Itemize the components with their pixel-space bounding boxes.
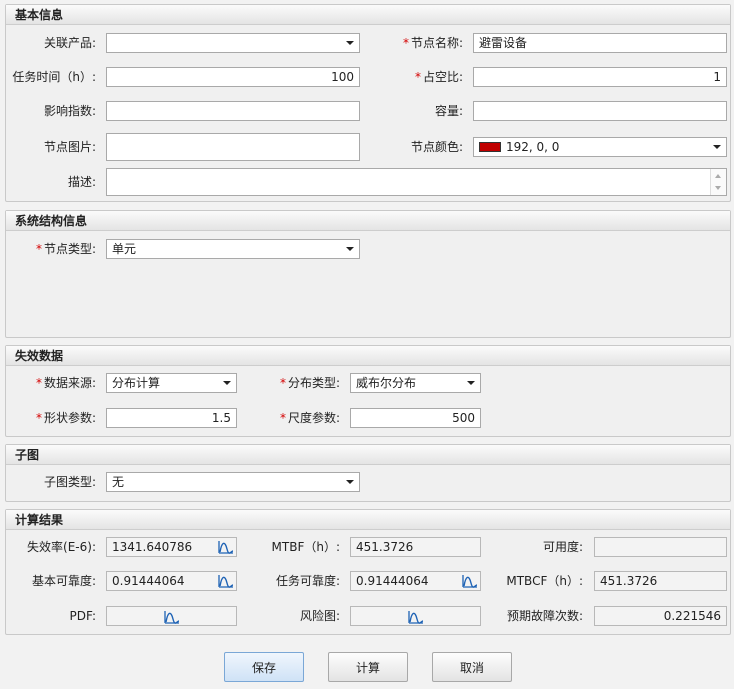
required-marker: * [35, 242, 42, 256]
desc-textarea[interactable] [106, 168, 727, 196]
pdf-chart-button[interactable] [106, 606, 237, 626]
node-color-label: 节点颜色: [410, 140, 463, 154]
cancel-button[interactable]: 取消 [432, 652, 512, 682]
basic-rel-field: 0.91444064 [106, 571, 237, 591]
chevron-down-icon [467, 381, 475, 385]
required-marker: * [35, 411, 42, 425]
capacity-input[interactable] [473, 101, 727, 121]
product-label: 关联产品: [43, 36, 96, 50]
node-type-label: * 节点类型: [10, 239, 96, 259]
mtbf-field: 451.3726 [350, 537, 481, 557]
results-header: 计算结果 [6, 510, 730, 530]
source-label: * 数据来源: [10, 373, 96, 393]
availability-field [594, 537, 727, 557]
node-color-value: 192, 0, 0 [506, 140, 560, 154]
dist-type-label-text: 分布类型: [287, 376, 340, 390]
scroll-down-icon[interactable] [715, 186, 721, 190]
save-button[interactable]: 保存 [224, 652, 304, 682]
risk-label: 风险图: [299, 609, 340, 623]
subgraph-type-value: 无 [112, 475, 125, 489]
required-marker: * [279, 411, 286, 425]
shape-label: * 形状参数: [10, 408, 96, 428]
node-image-label: 节点图片: [43, 140, 96, 154]
capacity-label: 容量: [434, 104, 463, 118]
mtbf-label: MTBF（h）: [271, 540, 340, 554]
node-type-label-text: 节点类型: [43, 242, 96, 256]
task-rel-label: 任务可靠度: [275, 574, 340, 588]
scale-input[interactable]: 500 [350, 408, 481, 428]
task-time-input[interactable]: 100 [106, 67, 360, 87]
scale-label-text: 尺度参数: [287, 411, 340, 425]
node-name-input[interactable]: 避雷设备 [473, 33, 727, 53]
required-marker: * [402, 36, 409, 50]
required-marker: * [35, 376, 42, 390]
risk-chart-button[interactable] [350, 606, 481, 626]
required-marker: * [414, 70, 421, 84]
dist-type-value: 威布尔分布 [356, 376, 417, 390]
chevron-down-icon [346, 480, 354, 484]
duty-ratio-label-text: 占空比: [422, 70, 463, 84]
mtbcf-field: 451.3726 [594, 571, 727, 591]
required-marker: * [279, 376, 286, 390]
expected-failures-label: 预期故障次数: [506, 609, 583, 623]
source-label-text: 数据来源: [43, 376, 96, 390]
availability-label: 可用度: [542, 540, 583, 554]
node-color-select[interactable]: 192, 0, 0 [473, 137, 727, 157]
chevron-down-icon [713, 145, 721, 149]
subgraph-type-label: 子图类型: [43, 475, 96, 489]
chevron-down-icon [346, 41, 354, 45]
color-swatch [479, 142, 501, 152]
influence-label: 影响指数: [43, 104, 96, 118]
failure-rate-value: 1341.640786 [112, 540, 193, 554]
mtbcf-label: MTBCF（h）: [506, 574, 583, 588]
desc-label: 描述: [67, 175, 96, 189]
expected-failures-field: 0.221546 [594, 606, 727, 626]
node-type-value: 单元 [112, 242, 137, 256]
task-rel-field: 0.91444064 [350, 571, 481, 591]
curve-chart-icon[interactable] [218, 573, 234, 589]
chevron-down-icon [223, 381, 231, 385]
dist-type-select[interactable]: 威布尔分布 [350, 373, 481, 393]
desc-scrollbar[interactable] [710, 169, 726, 195]
duty-ratio-input[interactable]: 1 [473, 67, 727, 87]
curve-chart-icon[interactable] [218, 539, 234, 555]
basic-rel-label: 基本可靠度: [31, 574, 96, 588]
source-select[interactable]: 分布计算 [106, 373, 237, 393]
scale-label: * 尺度参数: [248, 408, 340, 428]
node-image-picker[interactable] [106, 133, 360, 161]
curve-chart-icon [407, 610, 423, 624]
structure-header: 系统结构信息 [6, 211, 730, 231]
subgraph-header: 子图 [6, 445, 730, 465]
curve-chart-icon [163, 610, 179, 624]
pdf-label: PDF: [69, 609, 97, 623]
curve-chart-icon[interactable] [462, 573, 478, 589]
chevron-down-icon [346, 247, 354, 251]
shape-label-text: 形状参数: [43, 411, 96, 425]
structure-panel: 系统结构信息 [5, 210, 731, 338]
duty-ratio-label: * 占空比: [370, 67, 463, 87]
basic-rel-value: 0.91444064 [112, 574, 185, 588]
scroll-up-icon[interactable] [715, 174, 721, 178]
shape-input[interactable]: 1.5 [106, 408, 237, 428]
failure-header: 失效数据 [6, 346, 730, 366]
node-name-label: * 节点名称: [370, 33, 463, 53]
source-value: 分布计算 [112, 376, 161, 390]
basic-info-header: 基本信息 [6, 5, 730, 25]
failure-rate-field: 1341.640786 [106, 537, 237, 557]
influence-input[interactable] [106, 101, 360, 121]
calculate-button[interactable]: 计算 [328, 652, 408, 682]
failure-rate-label: 失效率(E-6): [27, 540, 96, 554]
node-type-select[interactable]: 单元 [106, 239, 360, 259]
task-time-label: 任务时间（h）: [12, 70, 96, 84]
task-rel-value: 0.91444064 [356, 574, 429, 588]
subgraph-type-select[interactable]: 无 [106, 472, 360, 492]
dist-type-label: * 分布类型: [248, 373, 340, 393]
product-select[interactable] [106, 33, 360, 53]
node-name-label-text: 节点名称: [410, 36, 463, 50]
